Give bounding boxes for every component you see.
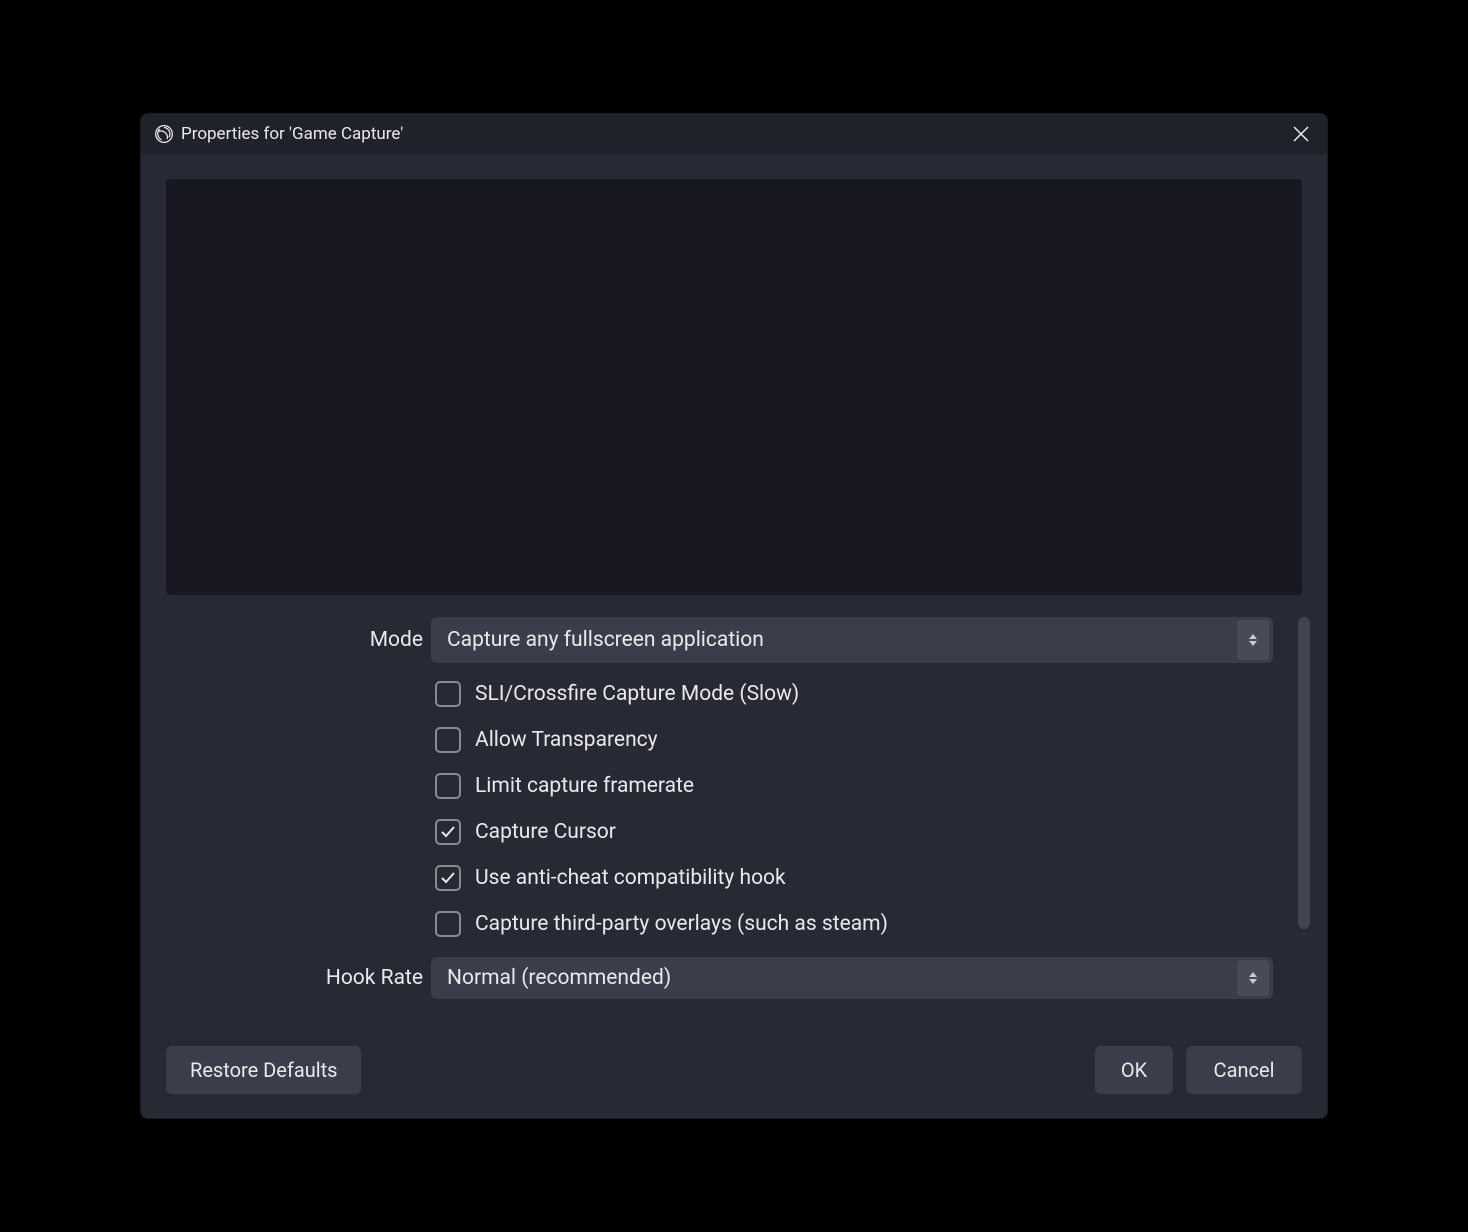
mode-label: Mode <box>166 628 431 652</box>
anticheat-checkbox[interactable] <box>435 865 461 891</box>
sli-checkbox-row: SLI/Crossfire Capture Mode (Slow) <box>166 681 1273 707</box>
form-content: Mode Capture any fullscreen application <box>166 617 1298 1044</box>
hookrate-label: Hook Rate <box>166 966 431 990</box>
mode-row: Mode Capture any fullscreen application <box>166 617 1273 663</box>
preview-area <box>166 179 1302 595</box>
scrollbar[interactable] <box>1298 617 1310 929</box>
button-bar: Restore Defaults OK Cancel <box>141 1044 1327 1118</box>
cursor-label[interactable]: Capture Cursor <box>475 820 616 844</box>
titlebar-left: Properties for 'Game Capture' <box>153 123 403 145</box>
overlays-label[interactable]: Capture third-party overlays (such as st… <box>475 912 888 936</box>
obs-icon <box>153 123 175 145</box>
form-area: Mode Capture any fullscreen application <box>166 617 1302 1044</box>
cursor-checkbox[interactable] <box>435 819 461 845</box>
overlays-checkbox-row: Capture third-party overlays (such as st… <box>166 911 1273 937</box>
restore-defaults-button[interactable]: Restore Defaults <box>166 1046 361 1094</box>
ok-button[interactable]: OK <box>1095 1046 1173 1094</box>
titlebar: Properties for 'Game Capture' <box>141 114 1327 154</box>
transparency-label[interactable]: Allow Transparency <box>475 728 658 752</box>
select-spinner-icon <box>1237 620 1269 660</box>
cancel-button[interactable]: Cancel <box>1186 1046 1302 1094</box>
check-icon <box>440 824 456 840</box>
window-title: Properties for 'Game Capture' <box>181 124 403 144</box>
check-icon <box>440 870 456 886</box>
mode-value: Capture any fullscreen application <box>447 628 1237 652</box>
transparency-checkbox-row: Allow Transparency <box>166 727 1273 753</box>
framerate-checkbox[interactable] <box>435 773 461 799</box>
hookrate-select[interactable]: Normal (recommended) <box>431 957 1273 999</box>
hookrate-value: Normal (recommended) <box>447 966 1237 990</box>
dialog-body: Mode Capture any fullscreen application <box>141 154 1327 1044</box>
anticheat-label[interactable]: Use anti-cheat compatibility hook <box>475 866 786 890</box>
sli-label[interactable]: SLI/Crossfire Capture Mode (Slow) <box>475 682 799 706</box>
sli-checkbox[interactable] <box>435 681 461 707</box>
properties-dialog: Properties for 'Game Capture' Mode Captu… <box>140 113 1328 1119</box>
close-icon <box>1292 125 1310 143</box>
close-button[interactable] <box>1287 120 1315 148</box>
framerate-label[interactable]: Limit capture framerate <box>475 774 694 798</box>
framerate-checkbox-row: Limit capture framerate <box>166 773 1273 799</box>
cursor-checkbox-row: Capture Cursor <box>166 819 1273 845</box>
transparency-checkbox[interactable] <box>435 727 461 753</box>
mode-select[interactable]: Capture any fullscreen application <box>431 617 1273 663</box>
overlays-checkbox[interactable] <box>435 911 461 937</box>
anticheat-checkbox-row: Use anti-cheat compatibility hook <box>166 865 1273 891</box>
hookrate-row: Hook Rate Normal (recommended) <box>166 957 1273 999</box>
select-spinner-icon <box>1237 960 1269 996</box>
